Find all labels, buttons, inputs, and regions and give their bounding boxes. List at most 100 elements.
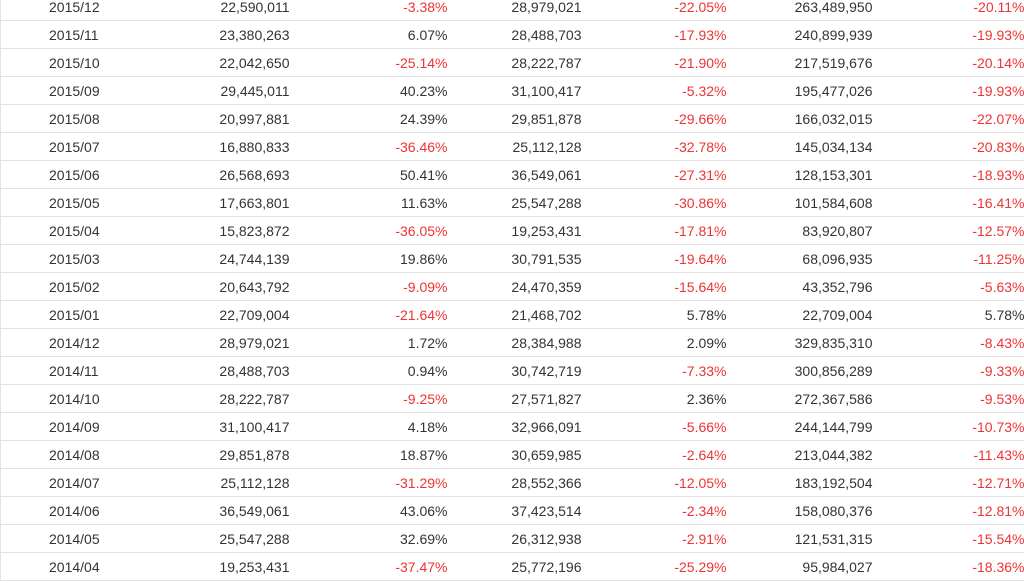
yoy-change-cell: -5.32%	[581, 76, 727, 105]
value-cell: 15,823,872	[124, 216, 290, 245]
cumulative-yoy-change-cell: -18.93%	[872, 160, 1024, 189]
mom-change-cell: 4.18%	[289, 412, 448, 441]
value-cell: 36,549,061	[124, 496, 290, 525]
month-cell: 2014/04	[0, 552, 125, 581]
mom-change-cell: 32.69%	[289, 524, 448, 553]
table-row: 2015/06 26,568,693 50.41% 36,549,061 -27.31%…	[0, 160, 1024, 189]
value-cell: 28,488,703	[124, 356, 290, 385]
cumulative-yoy-change-cell: -12.81%	[872, 496, 1024, 525]
prev-year-value-cell: 28,979,021	[447, 0, 582, 21]
table-row: 2014/07 25,112,128 -31.29% 28,552,366 -12.05…	[0, 468, 1024, 497]
month-cell: 2015/01	[0, 300, 125, 329]
table-row: 2015/02 20,643,792 -9.09% 24,470,359 -15.64%…	[0, 272, 1024, 301]
mom-change-cell: -9.25%	[289, 384, 448, 413]
table-row: 2015/01 22,709,004 -21.64% 21,468,702 5.78% 2…	[0, 300, 1024, 329]
value-cell: 26,568,693	[124, 160, 290, 189]
table-row: 2015/12 22,590,011 -3.38% 28,979,021 -22.05%…	[0, 0, 1024, 21]
yoy-change-cell: -2.34%	[581, 496, 727, 525]
prev-year-value-cell: 30,659,985	[447, 440, 582, 469]
value-cell: 28,222,787	[124, 384, 290, 413]
monthly-revenue-table: 2015/12 22,590,011 -3.38% 28,979,021 -22.05%…	[0, 0, 1024, 581]
cumulative-yoy-change-cell: -19.93%	[872, 76, 1024, 105]
cumulative-value-cell: 22,709,004	[726, 300, 873, 329]
value-cell: 31,100,417	[124, 412, 290, 441]
cumulative-value-cell: 240,899,939	[726, 20, 873, 49]
value-cell: 25,112,128	[124, 468, 290, 497]
month-cell: 2015/07	[0, 132, 125, 161]
cumulative-yoy-change-cell: -9.53%	[872, 384, 1024, 413]
yoy-change-cell: -27.31%	[581, 160, 727, 189]
mom-change-cell: 0.94%	[289, 356, 448, 385]
mom-change-cell: 50.41%	[289, 160, 448, 189]
month-cell: 2014/10	[0, 384, 125, 413]
cumulative-value-cell: 195,477,026	[726, 76, 873, 105]
yoy-change-cell: -19.64%	[581, 244, 727, 273]
month-cell: 2015/03	[0, 244, 125, 273]
cumulative-yoy-change-cell: -11.25%	[872, 244, 1024, 273]
yoy-change-cell: -32.78%	[581, 132, 727, 161]
cumulative-value-cell: 121,531,315	[726, 524, 873, 553]
table-row: 2015/10 22,042,650 -25.14% 28,222,787 -21.90…	[0, 48, 1024, 77]
cumulative-value-cell: 183,192,504	[726, 468, 873, 497]
table-row: 2015/11 23,380,263 6.07% 28,488,703 -17.93% 2…	[0, 20, 1024, 49]
cumulative-yoy-change-cell: -12.71%	[872, 468, 1024, 497]
mom-change-cell: -9.09%	[289, 272, 448, 301]
month-cell: 2015/05	[0, 188, 125, 217]
table-row: 2014/09 31,100,417 4.18% 32,966,091 -5.66% 24…	[0, 412, 1024, 441]
yoy-change-cell: 2.36%	[581, 384, 727, 413]
cumulative-yoy-change-cell: -20.11%	[872, 0, 1024, 21]
prev-year-value-cell: 30,791,535	[447, 244, 582, 273]
table-body: 2015/12 22,590,011 -3.38% 28,979,021 -22.05%…	[0, 0, 1024, 581]
cumulative-value-cell: 101,584,608	[726, 188, 873, 217]
yoy-change-cell: -7.33%	[581, 356, 727, 385]
mom-change-cell: 18.87%	[289, 440, 448, 469]
month-cell: 2015/10	[0, 48, 125, 77]
cumulative-value-cell: 43,352,796	[726, 272, 873, 301]
table-row: 2015/08 20,997,881 24.39% 29,851,878 -29.66%…	[0, 104, 1024, 133]
prev-year-value-cell: 29,851,878	[447, 104, 582, 133]
prev-year-value-cell: 19,253,431	[447, 216, 582, 245]
month-cell: 2014/12	[0, 328, 125, 357]
yoy-change-cell: -17.93%	[581, 20, 727, 49]
cumulative-yoy-change-cell: -18.36%	[872, 552, 1024, 581]
mom-change-cell: 11.63%	[289, 188, 448, 217]
table-row: 2015/07 16,880,833 -36.46% 25,112,128 -32.78…	[0, 132, 1024, 161]
table-row: 2015/09 29,445,011 40.23% 31,100,417 -5.32% 1…	[0, 76, 1024, 105]
prev-year-value-cell: 25,772,196	[447, 552, 582, 581]
cumulative-yoy-change-cell: -10.73%	[872, 412, 1024, 441]
table-row: 2014/05 25,547,288 32.69% 26,312,938 -2.91% 1…	[0, 524, 1024, 553]
prev-year-value-cell: 37,423,514	[447, 496, 582, 525]
month-cell: 2015/09	[0, 76, 125, 105]
prev-year-value-cell: 26,312,938	[447, 524, 582, 553]
month-cell: 2015/11	[0, 20, 125, 49]
month-cell: 2014/08	[0, 440, 125, 469]
mom-change-cell: -36.05%	[289, 216, 448, 245]
prev-year-value-cell: 28,222,787	[447, 48, 582, 77]
cumulative-yoy-change-cell: -5.63%	[872, 272, 1024, 301]
mom-change-cell: -25.14%	[289, 48, 448, 77]
mom-change-cell: -36.46%	[289, 132, 448, 161]
cumulative-yoy-change-cell: -15.54%	[872, 524, 1024, 553]
cumulative-value-cell: 329,835,310	[726, 328, 873, 357]
yoy-change-cell: 2.09%	[581, 328, 727, 357]
value-cell: 22,709,004	[124, 300, 290, 329]
prev-year-value-cell: 24,470,359	[447, 272, 582, 301]
cumulative-yoy-change-cell: -8.43%	[872, 328, 1024, 357]
prev-year-value-cell: 25,112,128	[447, 132, 582, 161]
mom-change-cell: 6.07%	[289, 20, 448, 49]
month-cell: 2015/12	[0, 0, 125, 21]
cumulative-yoy-change-cell: -19.93%	[872, 20, 1024, 49]
cumulative-yoy-change-cell: -22.07%	[872, 104, 1024, 133]
mom-change-cell: -21.64%	[289, 300, 448, 329]
cumulative-value-cell: 244,144,799	[726, 412, 873, 441]
cumulative-yoy-change-cell: 5.78%	[872, 300, 1024, 329]
yoy-change-cell: -2.64%	[581, 440, 727, 469]
cumulative-value-cell: 213,044,382	[726, 440, 873, 469]
prev-year-value-cell: 28,552,366	[447, 468, 582, 497]
yoy-change-cell: -22.05%	[581, 0, 727, 21]
cumulative-value-cell: 217,519,676	[726, 48, 873, 77]
yoy-change-cell: -17.81%	[581, 216, 727, 245]
table-row: 2015/04 15,823,872 -36.05% 19,253,431 -17.81…	[0, 216, 1024, 245]
mom-change-cell: -31.29%	[289, 468, 448, 497]
value-cell: 23,380,263	[124, 20, 290, 49]
